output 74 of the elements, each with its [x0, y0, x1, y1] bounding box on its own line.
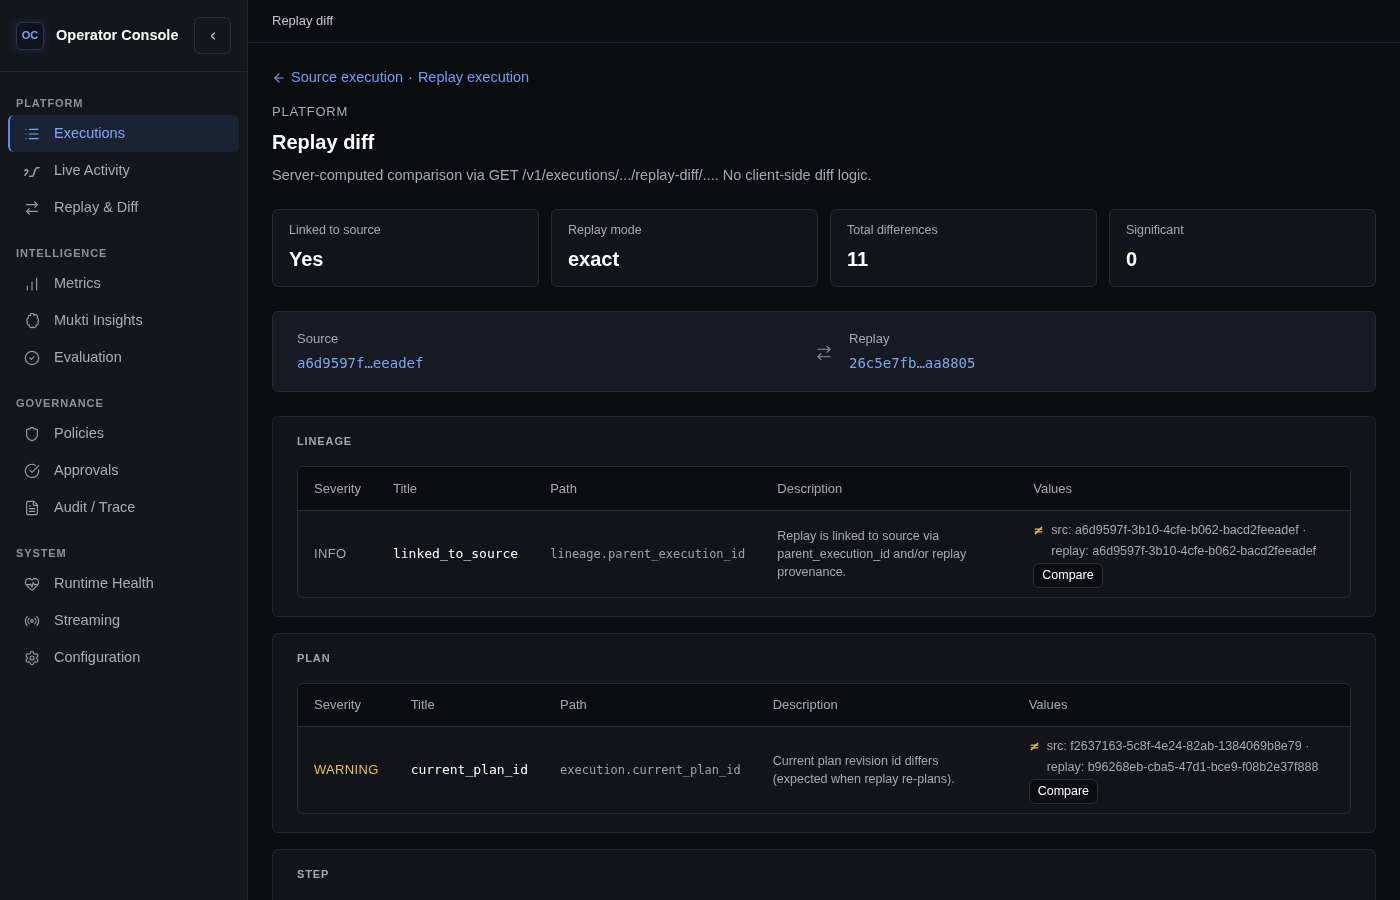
group-title: PLAN [297, 651, 332, 664]
replay-label: Replay [849, 331, 891, 347]
swap-arrows-icon [815, 344, 833, 362]
nav-item[interactable]: Configuration [8, 639, 239, 676]
collapse-sidebar-button[interactable] [194, 17, 231, 54]
app-name: Operator Console [56, 25, 179, 45]
title-cell: linked_to_source [376, 510, 535, 597]
diff-values: src: f2637163-5c8f-4e24-82ab-1384069b8e79 · replay: b96268eb-cba5-47d1-bce9-f08b2e37f888 [1046, 738, 1320, 776]
check-circle-icon [24, 349, 40, 366]
page-eyebrow: PLATFORM [272, 104, 350, 120]
logo-badge: OC [16, 21, 44, 50]
breadcrumb-link[interactable]: Source execution [291, 67, 404, 89]
column-header: Values [1017, 467, 1350, 510]
nav-section-label: PLATFORM [15, 96, 85, 110]
stat-label: Linked to source [289, 222, 382, 238]
description-cell: Replay is linked to source via parent_execution_id and/or replay provenance. [761, 510, 1018, 597]
not-equal-icon [1033, 524, 1045, 536]
column-header: Severity [298, 467, 377, 510]
breadcrumb-link[interactable]: Replay execution [417, 67, 530, 89]
diff-values: src: a6d9597f-3b10-4cfe-b062-bacd2feeadef · replay: a6d9597f-3b10-4cfe-b062-bacd2feeadef [1051, 521, 1318, 560]
nav-section-label: SYSTEM [15, 546, 68, 560]
source-label: Source [297, 331, 340, 347]
nav-item[interactable]: Evaluation [8, 339, 239, 376]
nav-item[interactable]: Audit / Trace [8, 489, 239, 526]
stat-value: 11 [847, 247, 870, 272]
nav-item[interactable]: Live Activity [8, 152, 239, 189]
group-title: STEP [297, 868, 331, 880]
stat-label: Total differences [847, 222, 939, 238]
title-cell: current_plan_id [394, 726, 545, 813]
nav-item[interactable]: Approvals [8, 452, 239, 489]
heart-pulse-icon [24, 575, 40, 592]
column-header: Description [761, 467, 1018, 510]
swap-arrows-icon [24, 199, 40, 216]
path-cell: lineage.parent_execution_id [534, 510, 762, 597]
stat-value: Yes [289, 247, 325, 272]
nav-item[interactable]: Replay & Diff [8, 189, 239, 226]
source-id-link[interactable]: a6d9597f…eeadef [297, 353, 424, 373]
nav-item[interactable]: Mukti Insights [8, 302, 239, 339]
column-header: Title [394, 683, 545, 727]
stat-label: Significant [1126, 222, 1185, 238]
stat-value: 0 [1126, 247, 1139, 272]
stat-label: Replay mode [568, 222, 643, 238]
nav-item[interactable]: Runtime Health [8, 565, 239, 602]
severity-cell: WARNING [298, 726, 395, 813]
description-cell: Current plan revision id differs (expected when replay re-plans). [756, 726, 1013, 813]
check-circle-icon [24, 462, 40, 479]
settings-icon [24, 649, 40, 666]
nav-section-label: GOVERNANCE [15, 396, 105, 410]
column-header: Values [1012, 683, 1350, 727]
nav-section-label: INTELLIGENCE [15, 246, 109, 260]
path-cell: execution.current_plan_id [544, 726, 757, 813]
column-header: Path [544, 683, 757, 727]
top-bar-title: Replay diff [272, 12, 334, 31]
column-header: Description [756, 683, 1013, 727]
group-title: LINEAGE [297, 435, 354, 447]
replay-id-link[interactable]: 26c5e7fb…aa8805 [849, 353, 976, 373]
not-equal-icon [1028, 741, 1040, 752]
page-title: Replay diff [272, 130, 376, 155]
nav-item[interactable]: Streaming [8, 602, 239, 639]
stat-value: exact [568, 247, 621, 272]
document-icon [24, 499, 40, 516]
shield-icon [24, 425, 40, 442]
nav-item[interactable]: Policies [8, 415, 239, 452]
compare-button[interactable]: Compare [1028, 779, 1099, 804]
breadcrumb-separator: · [408, 68, 413, 88]
page-description: Server-computed comparison via GET /v1/executions/.../replay-diff/.... No client-side diff logic. [272, 166, 873, 185]
nav-item[interactable]: Metrics [8, 265, 239, 302]
compare-button[interactable]: Compare [1033, 562, 1103, 588]
column-header: Title [376, 467, 535, 510]
column-header: Severity [298, 683, 395, 727]
nav-item[interactable]: Executions [8, 115, 239, 152]
severity-cell: INFO [298, 510, 377, 597]
column-header: Path [534, 467, 762, 510]
bar-chart-icon [24, 275, 40, 292]
